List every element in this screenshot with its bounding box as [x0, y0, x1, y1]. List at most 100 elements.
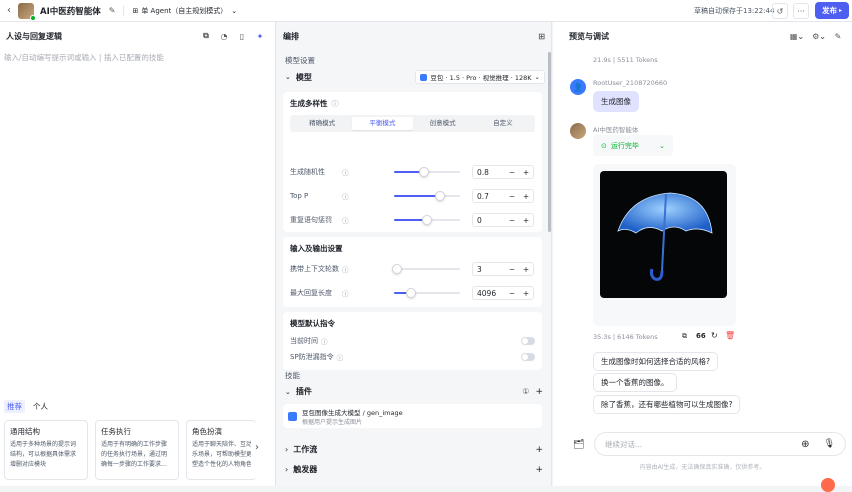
minus-icon[interactable]: −: [505, 168, 519, 177]
plus-icon[interactable]: +: [519, 168, 533, 177]
param-row: Top P ⓘ 0.7 − +: [290, 189, 535, 203]
history-icon[interactable]: ↺: [772, 3, 788, 19]
template-title: 通用结构: [10, 427, 40, 436]
workflow-row[interactable]: › 工作流 +: [285, 444, 543, 455]
preview-header: 预览与调试 ▦⌄ ⚙⌄ ✎: [553, 22, 852, 50]
sp-leak-toggle[interactable]: [521, 353, 535, 361]
param-stepper[interactable]: 0.8 − +: [472, 165, 534, 179]
info-icon[interactable]: ⓘ: [321, 336, 328, 346]
sys-item-label: SP防泄漏指令: [290, 353, 334, 361]
suggestion-chip[interactable]: 生成图像时如何选择合适的风格?: [593, 352, 718, 371]
collapse-icon[interactable]: ⌄: [285, 388, 291, 396]
param-slider[interactable]: [394, 213, 460, 227]
suggestion-chip[interactable]: 除了香蕉，还有哪些植物可以生成图像?: [593, 395, 741, 414]
minus-icon[interactable]: −: [505, 289, 519, 298]
microphone-icon[interactable]: 🎙: [824, 439, 835, 449]
prompt-editor[interactable]: 输入/自动编写提示词或输入 | 插入已配置的技能: [4, 52, 272, 412]
template-card[interactable]: 角色扮演 适用于聊天陪伴、互动 乐场景，可帮助模型更 塑造个性化的人物角色: [186, 420, 256, 480]
plus-icon[interactable]: +: [519, 289, 533, 298]
param-slider[interactable]: [392, 262, 460, 276]
plus-icon[interactable]: +: [519, 216, 533, 225]
add-trigger-icon[interactable]: +: [535, 465, 543, 475]
plugin-item[interactable]: 豆包图像生成大模型 / gen_image 根据用户提示生成图片: [283, 404, 542, 428]
add-plugin-icon[interactable]: +: [535, 387, 543, 397]
add-workflow-icon[interactable]: +: [535, 445, 543, 455]
feedback-icon[interactable]: [821, 478, 835, 492]
param-slider[interactable]: [394, 165, 460, 179]
add-attachment-icon[interactable]: ⊕: [801, 439, 809, 450]
model-label: 模型: [295, 72, 312, 82]
sys-title: 模型默认指令: [290, 319, 335, 328]
more-icon[interactable]: ···: [793, 3, 809, 19]
persona-header: 人设与回复逻辑 ⧉ ◔ ▯ ✦: [0, 22, 275, 50]
plus-icon[interactable]: +: [519, 265, 533, 274]
delete-icon[interactable]: 🗑: [725, 331, 735, 340]
template-card[interactable]: 任务执行 适用于有明确的工作步骤 的任务执行场景，通过明 确每一步骤的工作要求…: [95, 420, 179, 480]
info-icon[interactable]: ⓘ: [342, 288, 349, 298]
scrollbar[interactable]: [548, 52, 551, 232]
tab-custom[interactable]: 自定义: [473, 117, 533, 130]
model-row: ⌄ 模型 豆包 · 1.5 · Pro · 视觉推理 · 128K ⌄: [285, 70, 545, 84]
magic-icon[interactable]: ✦: [251, 32, 269, 41]
minus-icon[interactable]: −: [505, 216, 519, 225]
chevron-right-icon[interactable]: ›: [255, 442, 259, 453]
refresh-icon[interactable]: ↻: [711, 331, 718, 340]
param-stepper[interactable]: 4096− +: [472, 286, 534, 300]
mode-selector[interactable]: ⊞ 单 Agent（自主规划模式） ⌄: [123, 5, 237, 16]
param-label: 重复语句惩罚: [290, 216, 332, 224]
publish-button[interactable]: 发布 ▸: [815, 2, 849, 19]
param-stepper[interactable]: 0 − +: [472, 213, 534, 227]
brush-icon[interactable]: ✎: [830, 32, 846, 41]
chevron-right-icon: ›: [285, 465, 289, 474]
plus-icon[interactable]: +: [519, 192, 533, 201]
param-stepper[interactable]: 0.7 − +: [472, 189, 534, 203]
edit-icon[interactable]: ✎: [109, 6, 116, 15]
model-selector[interactable]: 豆包 · 1.5 · Pro · 视觉推理 · 128K ⌄: [415, 70, 545, 84]
back-icon[interactable]: ‹: [2, 5, 16, 16]
info-icon[interactable]: ⓘ: [337, 352, 344, 362]
template-card[interactable]: 通用结构 适用于多种场景的提示词 结构，可以根据具体需求 增删对应模块: [4, 420, 88, 480]
tab-personal[interactable]: 个人: [33, 400, 48, 413]
trigger-row[interactable]: › 触发器 +: [285, 464, 543, 475]
param-stepper[interactable]: 3 − +: [472, 262, 534, 276]
caret-right-icon: ▸: [838, 7, 842, 14]
template-desc: 适用于聊天陪伴、互动: [192, 441, 251, 448]
minus-icon[interactable]: −: [505, 192, 519, 201]
template-icon[interactable]: ⧉: [197, 31, 215, 41]
run-status[interactable]: ⊙ 运行完毕 ⌄: [593, 135, 673, 156]
settings-icon[interactable]: ⚙⌄: [808, 32, 830, 41]
prompt-placeholder: 输入/自动编写提示词或输入 | 插入已配置的技能: [4, 53, 164, 62]
current-time-toggle[interactable]: [521, 337, 535, 345]
param-slider[interactable]: [394, 286, 460, 300]
plugin-row: ⌄ 插件 ① +: [285, 386, 543, 397]
info-icon[interactable]: ⓘ: [342, 264, 349, 274]
tab-balanced[interactable]: 平衡模式: [352, 117, 413, 130]
sys-item-label: 当前时间: [290, 337, 318, 345]
layout-icon[interactable]: ▯: [233, 32, 251, 41]
collapse-icon[interactable]: ⌄: [285, 73, 291, 81]
tab-recommend[interactable]: 推荐: [4, 400, 25, 413]
param-slider[interactable]: [394, 189, 460, 203]
template-desc: 适用于有明确的工作步骤: [101, 441, 168, 448]
minus-icon[interactable]: −: [505, 265, 519, 274]
info-icon[interactable]: ⓘ: [342, 167, 349, 177]
chevron-down-icon: ⌄: [534, 73, 540, 81]
info-icon[interactable]: ⓘ: [332, 99, 339, 109]
bulb-icon[interactable]: ◔: [215, 32, 233, 41]
grid-icon[interactable]: ⊞: [538, 32, 545, 41]
info-icon[interactable]: ⓘ: [342, 191, 349, 201]
suggestion-chip[interactable]: 换一个香蕉的图像。: [593, 373, 677, 392]
tab-creative[interactable]: 创意模式: [413, 117, 473, 130]
publish-label: 发布: [821, 6, 837, 15]
generated-image[interactable]: [600, 171, 727, 298]
quote-icon[interactable]: 66: [696, 332, 706, 340]
template-desc: 适用于多种场景的提示词: [10, 441, 77, 448]
calendar-icon[interactable]: ▦⌄: [786, 32, 808, 41]
copy-icon[interactable]: ⧉: [682, 332, 687, 341]
new-chat-icon[interactable]: 🗂: [573, 440, 584, 450]
info-icon[interactable]: ⓘ: [342, 215, 349, 225]
template-desc: 的任务执行场景，通过明: [101, 451, 168, 458]
user-avatar: 👤: [570, 79, 586, 95]
tab-precise[interactable]: 精确模式: [292, 117, 352, 130]
chat-input[interactable]: 继续对话... ⊕ 🎙: [594, 432, 846, 456]
